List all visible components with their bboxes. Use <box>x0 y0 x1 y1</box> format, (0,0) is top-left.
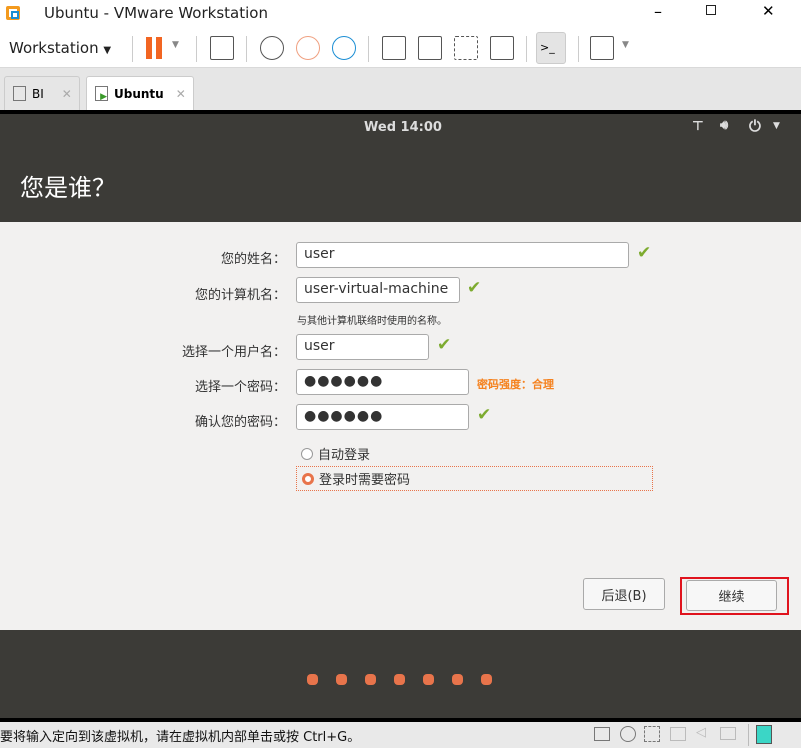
progress-dot <box>423 674 434 685</box>
tab-label: Ubuntu <box>114 86 164 101</box>
printer-icon[interactable] <box>670 727 686 741</box>
workstation-menu-label: Workstation <box>9 39 99 57</box>
vm-running-icon: ▶ <box>95 86 108 102</box>
progress-dot <box>307 674 318 685</box>
revert-snapshot-icon[interactable] <box>296 36 320 60</box>
auto-login-label: 自动登录 <box>318 448 371 463</box>
check-icon: ✔ <box>437 335 452 355</box>
tab-bi[interactable]: BI ✕ <box>4 76 80 110</box>
console-view-icon[interactable]: >_ <box>536 32 566 64</box>
workstation-menu[interactable]: Workstation ▼ <box>9 39 111 57</box>
camera-icon[interactable] <box>720 727 736 740</box>
snapshot-manager-icon[interactable] <box>332 36 356 60</box>
tab-ubuntu[interactable]: ▶ Ubuntu ✕ <box>86 76 194 110</box>
username-input[interactable]: user <box>296 334 429 360</box>
message-log-icon[interactable] <box>756 725 772 744</box>
password-strength: 密码强度：合理 <box>477 378 554 391</box>
title-bar: Ubuntu - VMware Workstation – ✕ <box>0 0 801 30</box>
stretch-icon[interactable] <box>590 36 614 60</box>
radio-checked-icon <box>302 472 314 485</box>
progress-dot <box>452 674 463 685</box>
check-icon: ✔ <box>467 278 482 298</box>
back-button[interactable]: 后退(B) <box>583 578 665 610</box>
confirm-password-input[interactable]: ●●●●●● <box>296 404 469 430</box>
require-password-label: 登录时需要密码 <box>319 473 411 488</box>
tab-strip: BI ✕ ▶ Ubuntu ✕ <box>0 68 801 110</box>
computer-name-label: 您的计算机名： <box>194 288 286 303</box>
status-message: 要将输入定向到该虚拟机，请在虚拟机内部单击或按 Ctrl+G。 <box>0 730 361 745</box>
radio-unchecked-icon <box>301 447 313 460</box>
check-icon: ✔ <box>477 405 492 425</box>
full-screen-icon[interactable] <box>454 36 478 60</box>
continue-button[interactable]: 继续 <box>686 580 777 611</box>
pause-dropdown-icon[interactable]: ▼ <box>172 40 179 50</box>
close-button[interactable]: ✕ <box>762 2 775 20</box>
progress-dot <box>336 674 347 685</box>
thumbnail-view-icon[interactable] <box>418 36 442 60</box>
ubuntu-top-bar: Wed 14:00 ⊤ 🔊︎ ⏻ ▼ <box>0 114 801 142</box>
network-icon[interactable]: ⊤ <box>692 119 704 134</box>
require-password-radio[interactable]: 登录时需要密码 <box>296 466 653 491</box>
window-title: Ubuntu - VMware Workstation <box>44 4 268 22</box>
volume-icon[interactable]: 🔊︎ <box>720 118 728 133</box>
close-tab-icon[interactable]: ✕ <box>62 87 72 101</box>
check-icon: ✔ <box>637 243 652 263</box>
installer-header: 您是谁？ <box>0 142 801 222</box>
library-view-icon[interactable] <box>382 36 406 60</box>
cd-icon[interactable] <box>620 726 636 742</box>
network-adapter-icon[interactable] <box>644 726 660 742</box>
vm-icon <box>13 86 26 101</box>
dropdown-arrow-icon: ▼ <box>103 45 112 56</box>
minimize-button[interactable]: – <box>654 2 662 21</box>
close-tab-icon[interactable]: ✕ <box>176 87 186 101</box>
status-bar: 要将输入定向到该虚拟机，请在虚拟机内部单击或按 Ctrl+G。 ◁ <box>0 722 801 748</box>
vmware-logo-icon <box>6 6 20 20</box>
page-title: 您是谁？ <box>20 174 116 202</box>
auto-login-radio[interactable]: 自动登录 <box>301 444 370 463</box>
tab-label: BI <box>32 86 44 101</box>
computer-name-hint: 与其他计算机联络时使用的名称。 <box>297 316 447 327</box>
stretch-dropdown-icon[interactable]: ▼ <box>622 40 629 50</box>
pause-icon[interactable] <box>146 37 162 59</box>
sound-icon[interactable]: ◁ <box>696 725 706 740</box>
snapshot-icon[interactable] <box>260 36 284 60</box>
name-label: 您的姓名： <box>220 252 286 267</box>
confirm-password-label: 确认您的密码： <box>194 415 286 430</box>
progress-dot <box>481 674 492 685</box>
send-ctrl-alt-del-icon[interactable] <box>210 36 234 60</box>
installer-progress-footer <box>0 630 801 718</box>
hard-disk-icon[interactable] <box>594 727 610 741</box>
progress-dot <box>394 674 405 685</box>
progress-dot <box>365 674 376 685</box>
password-input[interactable]: ●●●●●● <box>296 369 469 395</box>
system-menu-arrow-icon[interactable]: ▼ <box>773 121 780 131</box>
power-icon[interactable]: ⏻ <box>749 117 761 135</box>
divider <box>748 724 749 746</box>
unity-icon[interactable] <box>490 36 514 60</box>
username-label: 选择一个用户名： <box>181 345 286 360</box>
computer-name-input[interactable]: user-virtual-machine <box>296 277 460 303</box>
maximize-button[interactable] <box>706 5 716 15</box>
password-label: 选择一个密码： <box>194 380 286 395</box>
name-input[interactable]: user <box>296 242 629 268</box>
clock[interactable]: Wed 14:00 <box>364 120 442 135</box>
toolbar: Workstation ▼ ▼ >_ ▼ <box>0 30 801 68</box>
